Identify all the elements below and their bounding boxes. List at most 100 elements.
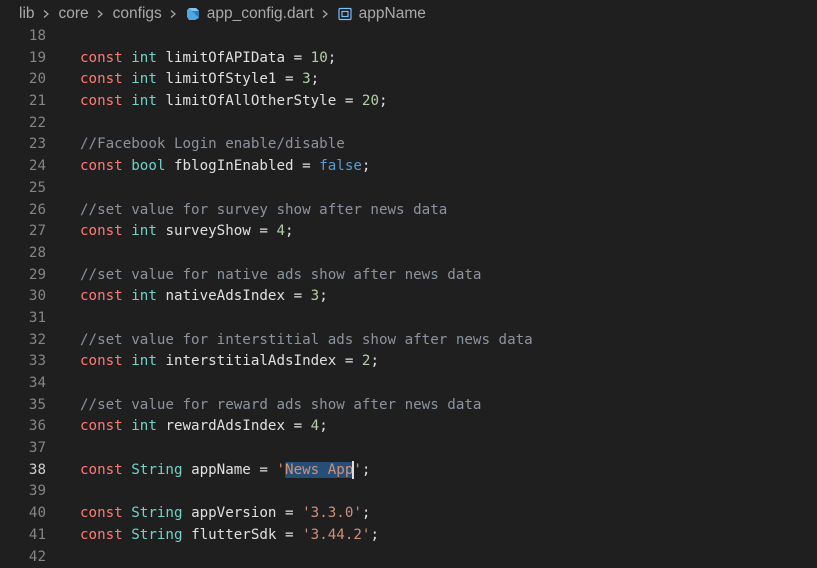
number-literal: 4 [276,223,286,240]
code-text: const int surveyShow = 4; [80,221,294,243]
line-number: 21 [28,93,46,110]
comment-text: //set value for survey show after news d… [80,201,448,218]
identifier-token: = [276,71,303,88]
line-number: 30 [28,288,46,305]
keyword-token: const [80,49,123,66]
code-line[interactable]: 36 const int rewardAdsIndex = 4; [0,416,817,438]
breadcrumb: lib core configs app_config.dart appName [0,0,817,28]
number-literal: 3 [302,71,311,88]
breadcrumb-symbol[interactable]: appName [338,5,426,23]
type-token: int [131,353,157,370]
code-line[interactable]: 23 //Facebook Login enable/disable [0,134,817,156]
code-text: const int interstitialAdsIndex = 2; [80,351,379,373]
dart-file-icon [186,7,200,21]
keyword-token: const [80,93,123,110]
breadcrumb-configs[interactable]: configs [113,5,162,23]
code-line[interactable]: 26 //set value for survey show after news… [0,200,817,222]
comment-text: //set value for interstitial ads show af… [80,331,533,348]
line-number: 18 [28,28,46,44]
code-line[interactable]: 39 [0,481,817,503]
code-line[interactable]: 31 [0,308,817,330]
breadcrumb-file-label: app_config.dart [206,5,314,22]
type-token: String [131,461,183,478]
code-text: const int limitOfStyle1 = 3; [80,69,319,91]
line-number: 28 [28,244,46,261]
code-line[interactable]: 37 [0,438,817,460]
code-text: const int rewardAdsIndex = 4; [80,416,328,438]
identifier-token: = [250,223,277,240]
code-line[interactable]: 18 [0,26,817,48]
string-literal: ' [353,461,362,478]
keyword-token: const [80,418,123,435]
code-text: //set value for reward ads show after ne… [80,395,481,417]
chevron-right-icon [321,10,329,18]
code-line[interactable]: 38 const String appName = 'News App'; [0,460,817,482]
comment-text: //Facebook Login enable/disable [80,136,345,153]
chevron-right-icon [42,10,50,18]
identifier-token: ; [361,505,371,522]
line-number: 23 [28,136,46,153]
number-literal: 3 [310,288,320,305]
code-line[interactable]: 24 const bool fblogInEnabled = false; [0,156,817,178]
code-line[interactable]: 33 const int interstitialAdsIndex = 2; [0,351,817,373]
code-line[interactable]: 29 //set value for native ads show after … [0,265,817,287]
string-literal: '3.44.2' [302,526,371,543]
identifier-token: = [276,526,303,543]
keyword-token: const [80,158,123,175]
line-number: 31 [28,309,46,326]
breadcrumb-core[interactable]: core [59,5,89,23]
code-line[interactable]: 42 [0,547,817,568]
type-token: int [131,223,157,240]
identifier-token: ; [361,461,371,478]
identifier-token: appName [191,461,251,478]
breadcrumb-file[interactable]: app_config.dart [186,5,314,23]
code-line[interactable]: 20 const int limitOfStyle1 = 3; [0,69,817,91]
code-line[interactable]: 41 const String flutterSdk = '3.44.2'; [0,525,817,547]
code-line[interactable]: 25 [0,178,817,200]
keyword-token: const [80,223,123,240]
code-text: const String appName = 'News App'; [80,460,370,482]
type-token: int [131,49,157,66]
string-literal: '3.3.0' [302,505,362,522]
code-line[interactable]: 22 [0,113,817,135]
code-line[interactable]: 21 const int limitOfAllOtherStyle = 20; [0,91,817,113]
code-line[interactable]: 35 //set value for reward ads show after … [0,395,817,417]
type-token: int [131,71,157,88]
line-number: 25 [28,179,46,196]
code-line[interactable]: 40 const String appVersion = '3.3.0'; [0,503,817,525]
code-line[interactable]: 27 const int surveyShow = 4; [0,221,817,243]
type-token: int [131,93,157,110]
type-token: int [131,288,157,305]
code-line[interactable]: 28 [0,243,817,265]
line-number: 37 [28,440,46,457]
field-symbol-icon [338,7,352,21]
code-editor[interactable]: 18 19 const int limitOfAPIData = 10; 20 cons… [0,26,817,568]
keyword-token: const [80,526,123,543]
line-number: 36 [28,418,46,435]
code-text: //set value for survey show after news d… [80,200,447,222]
line-number: 20 [28,71,46,88]
breadcrumb-lib[interactable]: lib [19,5,35,23]
identifier-token: = [285,418,311,435]
line-number: 22 [28,114,46,131]
code-line[interactable]: 32 //set value for interstitial ads show … [0,330,817,352]
code-line[interactable]: 30 const int nativeAdsIndex = 3; [0,286,817,308]
identifier-token: ; [319,288,328,305]
line-number: 35 [28,396,46,413]
line-number: 40 [28,505,46,522]
identifier-token: limitOfStyle1 [165,71,277,88]
line-number: 29 [28,266,46,283]
line-number: 33 [28,353,46,370]
identifier-token: = [285,49,311,66]
code-text: const String flutterSdk = '3.44.2'; [80,525,379,547]
code-line[interactable]: 19 const int limitOfAPIData = 10; [0,48,817,70]
identifier-token: limitOfAPIData [165,49,286,66]
number-literal: 10 [310,49,328,66]
type-token: String [131,526,183,543]
type-token: int [131,418,157,435]
code-line[interactable]: 34 [0,373,817,395]
line-number: 24 [28,158,46,175]
